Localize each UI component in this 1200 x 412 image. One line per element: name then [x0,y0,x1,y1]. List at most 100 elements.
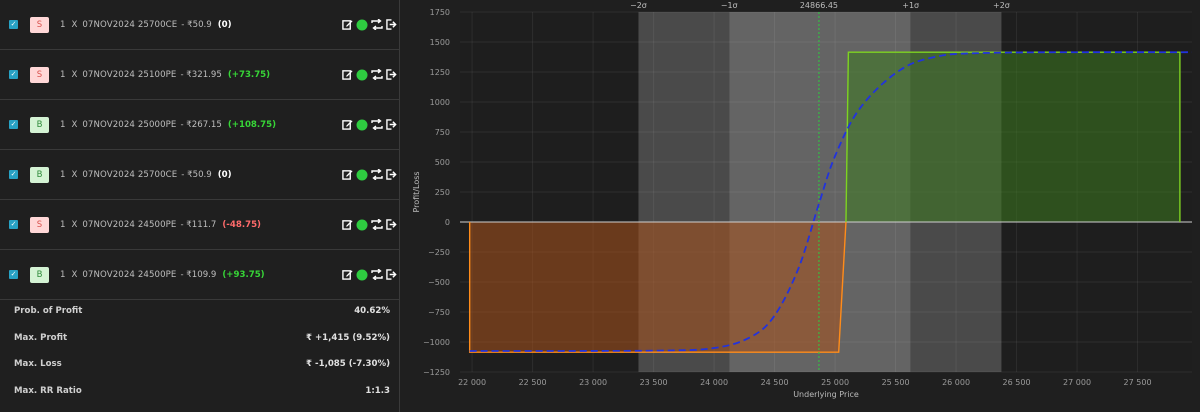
x-tick-label: 27 000 [1063,378,1091,387]
y-tick-label: 500 [435,158,450,167]
leg-pnl: (+73.75) [227,69,271,80]
leg-quantity: 1 [60,269,66,280]
edit-icon[interactable] [342,119,353,130]
leg-row[interactable]: ✓ S 1 X 07NOV2024 24500PE - ₹111.7 (-48.… [0,200,400,250]
leg-pnl: (0) [217,169,232,180]
leg-actions [342,119,397,131]
payoff-chart-panel: 1750 1500 1250 1000 750 500 250 0 −250 −500 −750 −1… [401,0,1200,412]
leg-x: X [71,19,78,30]
leg-contract: 07NOV2024 25700CE [82,169,178,180]
leg-quantity: 1 [60,169,66,180]
edit-icon[interactable] [342,169,353,180]
leg-x: X [71,219,78,230]
leg-checkbox[interactable]: ✓ [9,120,18,129]
exit-icon[interactable] [386,169,397,180]
side-badge[interactable]: B [30,116,49,133]
payoff-chart[interactable]: 1750 1500 1250 1000 750 500 250 0 −250 −500 −750 −1… [401,0,1200,412]
status-dot-icon[interactable] [356,169,368,181]
side-badge[interactable]: S [30,16,49,33]
leg-row[interactable]: ✓ B 1 X 07NOV2024 25000PE - ₹267.15 (+10… [0,100,400,150]
strategy-stats: Prob. of Profit 40.62% Max. Profit ₹ +1,… [0,298,400,404]
sigma-label: −1σ [721,1,738,10]
status-dot-icon[interactable] [356,269,368,281]
leg-row[interactable]: ✓ S 1 X 07NOV2024 25100PE - ₹321.95 (+73… [0,50,400,100]
side-badge[interactable]: B [30,266,49,283]
legs-list: ✓ S 1 X 07NOV2024 25700CE - ₹50.9 (0) ✓ … [0,0,400,300]
stat-label: Prob. of Profit [14,306,83,317]
x-tick-label: 22 000 [458,378,486,387]
leg-quantity: 1 [60,119,66,130]
leg-contract: 07NOV2024 25000PE [82,119,177,130]
x-tick-label: 24 000 [700,378,728,387]
side-badge[interactable]: B [30,166,49,183]
status-dot-icon[interactable] [356,19,368,31]
leg-row[interactable]: ✓ B 1 X 07NOV2024 24500PE - ₹109.9 (+93.… [0,250,400,300]
leg-price: - ₹111.7 [180,219,217,230]
x-tick-label: 26 000 [942,378,970,387]
leg-checkbox[interactable]: ✓ [9,20,18,29]
stat-max-loss: Max. Loss ₹ -1,085 (-7.30%) [0,351,400,378]
leg-row[interactable]: ✓ S 1 X 07NOV2024 25700CE - ₹50.9 (0) [0,0,400,50]
x-axis-title: Underlying Price [793,390,859,399]
side-badge[interactable]: S [30,66,49,83]
leg-quantity: 1 [60,69,66,80]
leg-checkbox[interactable]: ✓ [9,70,18,79]
edit-icon[interactable] [342,269,353,280]
edit-icon[interactable] [342,219,353,230]
leg-pnl: (+93.75) [222,269,265,280]
exit-icon[interactable] [386,269,397,280]
leg-price: - ₹267.15 [180,119,222,130]
leg-actions [342,69,397,81]
leg-checkbox[interactable]: ✓ [9,220,18,229]
leg-actions [342,19,397,31]
edit-icon[interactable] [342,19,353,30]
leg-quantity: 1 [60,19,66,30]
y-tick-label: 250 [435,188,450,197]
x-tick-label: 27 500 [1124,378,1152,387]
exit-icon[interactable] [386,69,397,80]
leg-row[interactable]: ✓ B 1 X 07NOV2024 25700CE - ₹50.9 (0) [0,150,400,200]
status-dot-icon[interactable] [356,69,368,81]
swap-icon[interactable] [371,69,383,80]
x-tick-label: 25 000 [821,378,849,387]
x-tick-label: 24 500 [761,378,789,387]
swap-icon[interactable] [371,119,383,130]
leg-x: X [71,169,78,180]
stat-label: Max. Loss [14,359,62,370]
status-dot-icon[interactable] [356,219,368,231]
y-tick-label: −1000 [423,338,450,347]
edit-icon[interactable] [342,69,353,80]
leg-price: - ₹321.95 [180,69,222,80]
status-dot-icon[interactable] [356,119,368,131]
exit-icon[interactable] [386,219,397,230]
leg-contract: 07NOV2024 25100PE [82,69,177,80]
swap-icon[interactable] [371,269,383,280]
swap-icon[interactable] [371,19,383,30]
leg-checkbox[interactable]: ✓ [9,170,18,179]
y-tick-label: −1250 [423,368,450,377]
x-tick-label: 26 500 [1003,378,1031,387]
leg-quantity: 1 [60,219,66,230]
leg-contract: 07NOV2024 24500PE [82,219,177,230]
y-tick-label: 1250 [430,68,450,77]
exit-icon[interactable] [386,19,397,30]
y-tick-label: 750 [435,128,450,137]
leg-actions [342,269,397,281]
y-tick-label: −500 [428,278,450,287]
spot-price-label: 24866.45 [800,1,838,10]
y-tick-label: 1750 [430,8,450,17]
y-tick-label: 1500 [430,38,450,47]
side-badge[interactable]: S [30,216,49,233]
strategy-legs-panel: ✓ S 1 X 07NOV2024 25700CE - ₹50.9 (0) ✓ … [0,0,400,412]
leg-pnl: (+108.75) [227,119,277,130]
leg-contract: 07NOV2024 25700CE [82,19,178,30]
stat-rr-ratio: Max. RR Ratio 1:1.3 [0,378,400,405]
y-tick-label: 0 [445,218,450,227]
swap-icon[interactable] [371,169,383,180]
leg-actions [342,219,397,231]
stat-value: ₹ -1,085 (-7.30%) [306,359,390,370]
sigma-label: +2σ [993,1,1010,10]
leg-checkbox[interactable]: ✓ [9,270,18,279]
swap-icon[interactable] [371,219,383,230]
exit-icon[interactable] [386,119,397,130]
